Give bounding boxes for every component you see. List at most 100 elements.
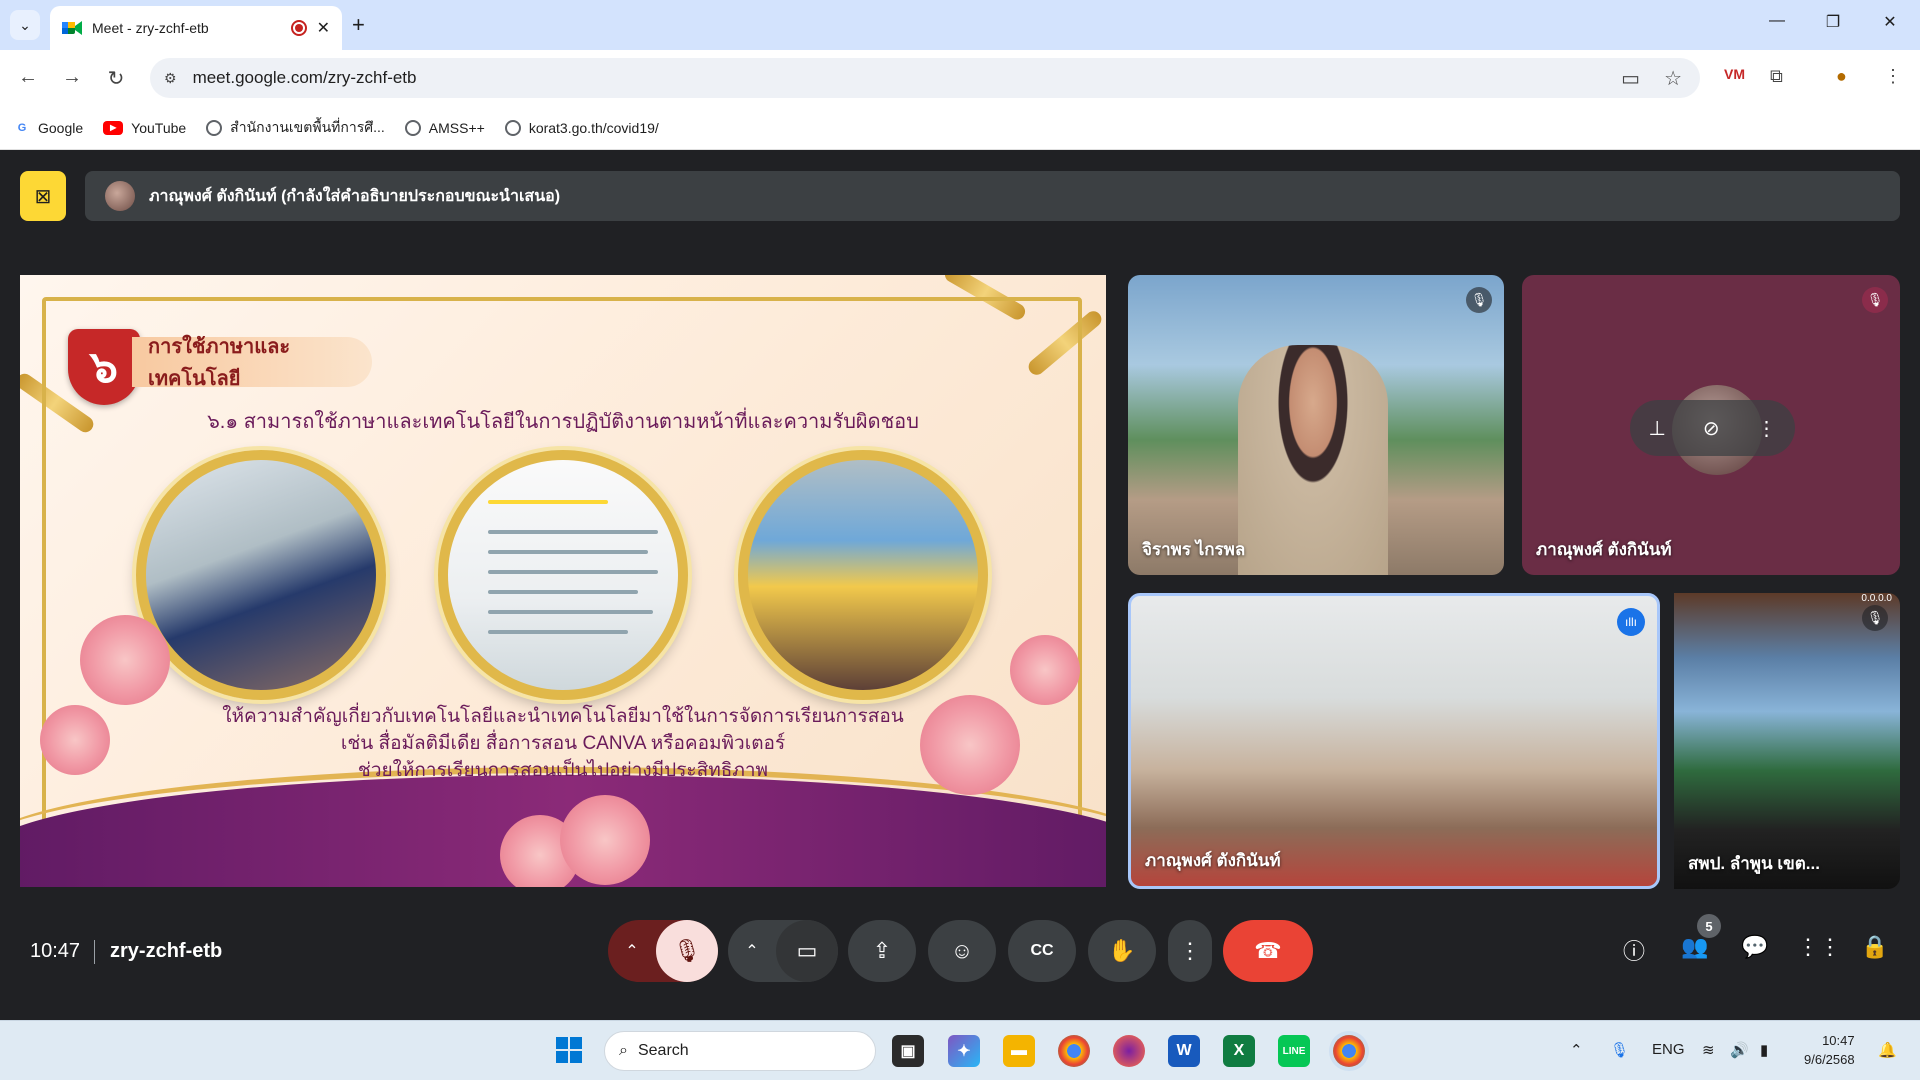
reload-icon[interactable]: ↻ xyxy=(104,66,128,91)
profile-avatar[interactable]: ● xyxy=(1836,66,1847,87)
extensions-puzzle-icon[interactable]: ⧉ xyxy=(1770,66,1783,87)
microphone-tray-icon[interactable]: 🎙 xyxy=(1610,1041,1629,1059)
section-number-badge: ๖ xyxy=(68,329,140,405)
camera-in-use-icon[interactable]: ▭ xyxy=(1621,66,1640,91)
chrome-menu-icon[interactable]: ⋮ xyxy=(1884,66,1902,87)
host-controls-icon[interactable]: 🔒 xyxy=(1857,934,1893,960)
tab-search-button[interactable]: ⌄ xyxy=(10,10,40,40)
captions-button[interactable]: CC xyxy=(1008,920,1076,982)
meeting-clock: 10:47 xyxy=(30,940,81,962)
microphone-control: ⌃ 🎙 xyxy=(608,920,718,982)
windows-taskbar: ⌕ Search ▣ ✦ ▬ W X LINE ⌃ 🎙 ENG ≋ 🔊 ▮ 10… xyxy=(0,1020,1920,1080)
participant-tile[interactable]: 0.0.0.0 🎙 สพป. ลำพูน เขต... xyxy=(1674,593,1900,889)
activities-icon[interactable]: ⋮⋮ xyxy=(1797,934,1841,960)
task-view-icon[interactable]: ▣ xyxy=(892,1035,924,1067)
close-tab-icon[interactable]: ✕ xyxy=(317,18,330,38)
participant-tile-speaking[interactable]: ıllı ภาณุพงศ์ ตังกินันท์ xyxy=(1128,593,1660,889)
participant-name: สพป. ลำพูน เขต... xyxy=(1688,854,1820,873)
participant-tile[interactable]: 🎙 จิราพร ไกรพล xyxy=(1128,275,1504,575)
participant-tile[interactable]: ⊥ ⊘ ⋮ 🎙 ภาณุพงศ์ ตังกินันท์ xyxy=(1522,275,1900,575)
url-text[interactable]: meet.google.com/zry-zchf-etb xyxy=(193,68,417,88)
mic-off-icon: 🎙 xyxy=(1466,287,1492,313)
participant-name: ภาณุพงศ์ ตังกินันท์ xyxy=(1145,851,1281,870)
flower-decoration xyxy=(560,795,650,885)
search-placeholder: Search xyxy=(637,1042,689,1059)
meet-stage: ⊠ ภาณุพงศ์ ตังกินันท์ (กำลังใส่คำอธิบายป… xyxy=(0,151,1920,1020)
divider xyxy=(94,940,95,964)
bookmarks-bar: G Google ▶ YouTube สำนักงานเขตพื้นที่การ… xyxy=(0,106,1920,150)
globe-icon xyxy=(404,119,421,136)
avatar xyxy=(105,181,135,211)
speaking-indicator-icon: ıllı xyxy=(1617,608,1645,636)
back-icon[interactable]: ← xyxy=(16,66,40,89)
globe-icon xyxy=(206,119,223,136)
slide-body: ให้ความสำคัญเกี่ยวกับเทคโนโลยีและนำเทคโน… xyxy=(222,706,904,781)
participant-name: จิราพร ไกรพล xyxy=(1142,540,1246,559)
mic-off-icon: 🎙 xyxy=(1862,287,1888,313)
site-info-icon[interactable]: ⚙ xyxy=(164,70,177,87)
battery-icon[interactable]: ▮ xyxy=(1760,1041,1768,1059)
chrome-icon[interactable] xyxy=(1058,1035,1090,1067)
notification-bell-icon[interactable]: 🔔 xyxy=(1878,1041,1897,1059)
camera-control: ⌃ ▭ xyxy=(728,920,838,982)
slide-subtitle: ๖.๑ สามารถใช้ภาษาและเทคโนโลยีในการปฏิบัต… xyxy=(207,411,919,433)
bookmark-area-office[interactable]: สำนักงานเขตพื้นที่การศึ... xyxy=(206,117,385,139)
meeting-info-icon[interactable]: ⓘ xyxy=(1616,934,1652,966)
language-indicator[interactable]: ENG xyxy=(1652,1041,1685,1058)
windows-start-icon[interactable] xyxy=(556,1037,584,1065)
people-icon[interactable]: 👥 xyxy=(1677,934,1713,960)
forward-icon[interactable]: → xyxy=(60,66,84,89)
extension-vm-icon[interactable]: VM xyxy=(1724,66,1745,82)
recording-icon xyxy=(290,20,307,36)
pin-icon[interactable]: ⊥ xyxy=(1648,416,1665,441)
raise-hand-button[interactable]: ✋ xyxy=(1088,920,1156,982)
mic-off-button[interactable]: 🎙 xyxy=(656,920,718,982)
presenter-label: ภาณุพงศ์ ตังกินันท์ (กำลังใส่คำอธิบายประ… xyxy=(149,187,561,205)
bookmark-google[interactable]: G Google xyxy=(14,120,83,136)
bookmark-amss[interactable]: AMSS++ xyxy=(404,119,485,136)
more-options-button[interactable]: ⋮ xyxy=(1168,920,1212,982)
presenter-info: ภาณุพงศ์ ตังกินันท์ (กำลังใส่คำอธิบายประ… xyxy=(85,171,1900,221)
taskbar-search[interactable]: ⌕ Search xyxy=(604,1031,876,1071)
youtube-icon: ▶ xyxy=(103,120,124,135)
photo-classroom xyxy=(738,450,988,700)
browser-tab-meet[interactable]: Meet - zry-zchf-etb ✕ xyxy=(50,6,342,50)
minimize-icon[interactable]: — xyxy=(1762,12,1792,30)
address-bar[interactable]: ⚙ meet.google.com/zry-zchf-etb ▭ ☆ xyxy=(150,58,1700,98)
excel-icon[interactable]: X xyxy=(1223,1035,1255,1067)
call-controls: 10:47 zry-zchf-etb ⌃ 🎙 ⌃ ▭ ⇪ ☺ CC ✋ ⋮ ☎ … xyxy=(0,914,1920,990)
stop-presenting-icon[interactable]: ⊠ xyxy=(20,171,66,221)
more-options-icon[interactable]: ⋮ xyxy=(1757,416,1777,441)
search-icon: ⌕ xyxy=(619,1042,628,1059)
mute-participant-icon[interactable]: ⊘ xyxy=(1703,416,1720,441)
video-settings-chevron-icon[interactable]: ⌃ xyxy=(728,941,776,961)
browser-tab-strip: ⌄ Meet - zry-zchf-etb ✕ + — ❐ ✕ xyxy=(0,0,1920,50)
flower-decoration xyxy=(80,615,170,705)
copilot-icon[interactable]: ✦ xyxy=(948,1035,980,1067)
participant-tag: 0.0.0.0 xyxy=(1861,593,1892,604)
bookmark-youtube[interactable]: ▶ YouTube xyxy=(103,120,186,136)
leave-call-button[interactable]: ☎ xyxy=(1223,920,1313,982)
word-icon[interactable]: W xyxy=(1168,1035,1200,1067)
flower-decoration xyxy=(1010,635,1080,705)
volume-icon[interactable]: 🔊 xyxy=(1730,1041,1749,1059)
audio-settings-chevron-icon[interactable]: ⌃ xyxy=(608,941,656,961)
camera-button[interactable]: ▭ xyxy=(776,920,838,982)
show-hidden-icons-chevron-icon[interactable]: ⌃ xyxy=(1570,1041,1583,1059)
meeting-code: zry-zchf-etb xyxy=(110,940,223,962)
chrome-active-icon[interactable] xyxy=(1333,1035,1365,1067)
slide-topic: การใช้ภาษาและเทคโนโลยี xyxy=(132,336,372,390)
bookmark-star-icon[interactable]: ☆ xyxy=(1664,66,1682,91)
present-screen-button[interactable]: ⇪ xyxy=(848,920,916,982)
line-icon[interactable]: LINE xyxy=(1278,1035,1310,1067)
emoji-reaction-button[interactable]: ☺ xyxy=(928,920,996,982)
firefox-icon[interactable] xyxy=(1113,1035,1145,1067)
chat-icon[interactable]: 💬 xyxy=(1737,934,1773,960)
wifi-icon[interactable]: ≋ xyxy=(1702,1041,1715,1059)
system-clock[interactable]: 10:47 9/6/2568 xyxy=(1804,1031,1855,1069)
file-explorer-icon[interactable]: ▬ xyxy=(1003,1035,1035,1067)
close-window-icon[interactable]: ✕ xyxy=(1875,12,1905,32)
new-tab-button[interactable]: + xyxy=(352,12,365,38)
bookmark-korat3[interactable]: korat3.go.th/covid19/ xyxy=(504,119,659,136)
restore-icon[interactable]: ❐ xyxy=(1818,12,1848,32)
